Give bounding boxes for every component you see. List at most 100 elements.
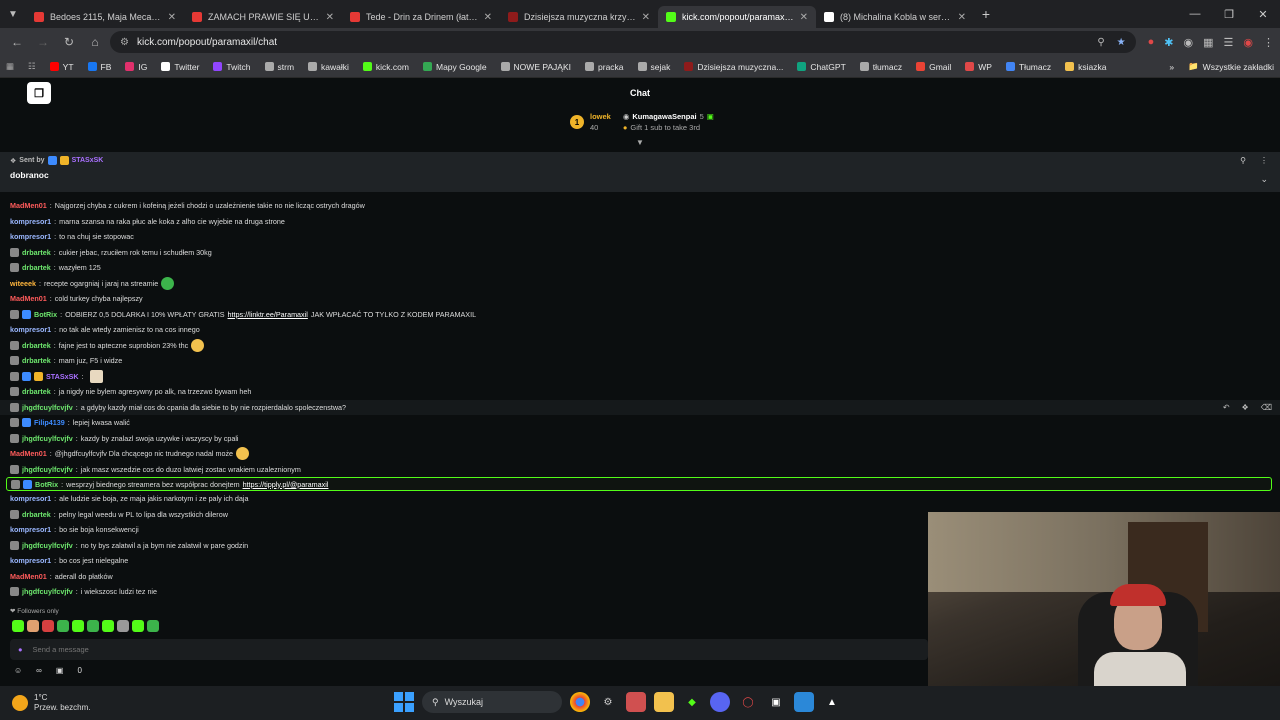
home-icon[interactable]: ⌂ <box>84 31 106 53</box>
chat-message[interactable]: kompresor1: ale ludzie sie boja, ze maja … <box>0 491 1280 507</box>
browser-tab[interactable]: Dzisiejsza muzyczna krzyżówka ✕ <box>500 6 658 28</box>
chat-link[interactable]: https://tipply.pl/@paramaxil <box>243 480 329 489</box>
tab-close-icon[interactable]: ✕ <box>958 12 966 23</box>
chat-message[interactable]: drbartek: mam juz, F5 i widze <box>0 353 1280 369</box>
back-icon[interactable]: ← <box>6 31 28 53</box>
emote-10[interactable] <box>147 620 159 632</box>
browser-tab[interactable]: ZAMACH PRAWIE SIĘ UDAŁ - Yo ✕ <box>184 6 342 28</box>
chat-username[interactable]: kompresor1 <box>10 232 51 241</box>
chat-username[interactable]: kompresor1 <box>10 525 51 534</box>
emote-4[interactable] <box>57 620 69 632</box>
bookmark-item[interactable]: Twitch <box>213 62 251 72</box>
gift-count-icon[interactable]: ▣ <box>56 666 64 675</box>
kick-logo[interactable]: ❐ <box>27 82 51 104</box>
bookmark-item[interactable]: Mapy Google <box>422 62 487 72</box>
chat-username[interactable]: STASxSK <box>46 372 79 381</box>
emote-3[interactable] <box>42 620 54 632</box>
chat-message[interactable]: MadMen01: Najgorzej chyba z cukrem i kofe… <box>0 198 1280 214</box>
bookmark-item[interactable]: NOWE PAJĄKI <box>500 62 571 72</box>
chat-message[interactable]: drbartek: ja nigdy nie bylem agresywny po… <box>0 384 1280 400</box>
chat-message[interactable]: kompresor1: marna szansa na raka płuc ale… <box>0 214 1280 230</box>
taskbar-search[interactable]: ⚲ Wyszukaj <box>422 691 562 713</box>
chat-message[interactable]: MadMen01: cold turkey chyba najlepszy <box>0 291 1280 307</box>
emote-2[interactable] <box>27 620 39 632</box>
bookmark-item[interactable]: kick.com <box>362 62 409 72</box>
brave-icon[interactable]: ◆ <box>682 692 702 712</box>
chat-message[interactable]: drbartek: wazyłem 125 <box>0 260 1280 276</box>
chat-username[interactable]: drbartek <box>22 356 51 365</box>
bookmark-item[interactable]: Tłumacz <box>1005 62 1051 72</box>
apps-icon[interactable]: ▦ <box>6 61 14 72</box>
chat-username[interactable]: jhgdfcuylfcvjfv <box>22 587 73 596</box>
browser-tab[interactable]: Tede - Drin za Drinem (łatwogo ✕ <box>342 6 500 28</box>
all-bookmarks-folder[interactable]: 📁 Wszystkie zakładki <box>1188 61 1274 72</box>
translate-extension-icon[interactable]: ✱ <box>1164 36 1173 49</box>
bookmark-item[interactable]: ksiazka <box>1065 62 1106 72</box>
forward-icon[interactable]: → <box>32 31 54 53</box>
browser-tab[interactable]: kick.com/popout/paramaxil/ch ✕ <box>658 6 816 28</box>
chat-username[interactable]: drbartek <box>22 341 51 350</box>
unpin-icon[interactable]: ⚲ <box>1240 156 1246 165</box>
chat-username[interactable]: jhgdfcuylfcvjfv <box>22 434 73 443</box>
emote-6[interactable] <box>87 620 99 632</box>
chat-message[interactable]: kompresor1: no tak ale wtedy zamienisz to… <box>0 322 1280 338</box>
chat-username[interactable]: jhgdfcuylfcvjfv <box>22 403 73 412</box>
paint-icon[interactable] <box>626 692 646 712</box>
tab-close-icon[interactable]: ✕ <box>642 12 650 23</box>
reading-list-icon[interactable]: ☰ <box>1224 36 1234 49</box>
maximize-icon[interactable]: ❐ <box>1212 0 1246 28</box>
discord-icon[interactable] <box>710 692 730 712</box>
tab-close-icon[interactable]: ✕ <box>326 12 334 23</box>
tab-close-icon[interactable]: ✕ <box>484 12 492 23</box>
pinned-sender[interactable]: STASxSK <box>72 157 104 164</box>
bookmark-item[interactable]: IG <box>125 62 147 72</box>
chat-username[interactable]: witeeek <box>10 279 36 288</box>
chat-message[interactable]: drbartek: cukier jebac, rzuciłem rok temu… <box>0 245 1280 261</box>
bookmark-item[interactable]: sejak <box>637 62 670 72</box>
kick-app-icon[interactable]: ▣ <box>766 692 786 712</box>
chat-username[interactable]: jhgdfcuylfcvjfv <box>22 541 73 550</box>
bookmark-item[interactable]: tłumacz <box>859 62 902 72</box>
chat-message[interactable]: jhgdfcuylfcvjfv: jak masz wszedzie cos do… <box>0 462 1280 478</box>
bookmark-item[interactable]: WP <box>965 62 992 72</box>
photos-icon[interactable] <box>794 692 814 712</box>
chat-username[interactable]: MadMen01 <box>10 201 47 210</box>
chat-username[interactable]: drbartek <box>22 510 51 519</box>
chat-message[interactable]: STASxSK: <box>0 369 1280 385</box>
bookmark-item[interactable]: FB <box>87 62 111 72</box>
chat-username[interactable]: drbartek <box>22 263 51 272</box>
profile-avatar[interactable]: ◉ <box>1243 36 1253 49</box>
chat-username[interactable]: MadMen01 <box>10 449 47 458</box>
bookmark-item[interactable]: kawałki <box>308 62 349 72</box>
emote-8[interactable] <box>117 620 129 632</box>
settings-icon[interactable]: ⚙ <box>598 692 618 712</box>
bookmark-item[interactable]: strm <box>264 62 294 72</box>
new-tab-button[interactable]: + <box>974 6 998 22</box>
extension-icon[interactable]: ◉ <box>1184 36 1194 49</box>
emote-9[interactable] <box>132 620 144 632</box>
delete-icon[interactable]: ⌫ <box>1261 403 1272 412</box>
chat-username[interactable]: kompresor1 <box>10 556 51 565</box>
chat-message[interactable]: witeeek: recepte ogargniaj i jaraj na str… <box>0 276 1280 292</box>
weather-widget[interactable]: 1°C Przew. bezchm. <box>12 693 90 713</box>
file-explorer-icon[interactable] <box>654 692 674 712</box>
bookmark-item[interactable]: Dzisiejsza muzyczna... <box>684 62 783 72</box>
more-bookmarks-icon[interactable]: » <box>1169 62 1174 72</box>
gift-to-take-text[interactable]: Gift 1 sub to take 3rd <box>630 123 700 132</box>
close-icon[interactable]: ✕ <box>1246 0 1280 28</box>
bookmark-item[interactable]: Gmail <box>916 62 951 72</box>
bookmark-star-icon[interactable]: ★ <box>1117 37 1126 48</box>
tab-close-icon[interactable]: ✕ <box>800 12 808 23</box>
chat-message[interactable]: BotRix: wesprzyj biednego streamera bez w… <box>6 477 1272 491</box>
chat-message[interactable]: MadMen01: @jhgdfcuylfcvjfv Dla chcącego n… <box>0 446 1280 462</box>
emote-5[interactable] <box>72 620 84 632</box>
leader-first-name[interactable]: lowek <box>590 112 611 121</box>
chat-message[interactable]: Filip4139: lepiej kwasa walić <box>0 415 1280 431</box>
emote-7[interactable] <box>102 620 114 632</box>
browser-tab[interactable]: (8) Michalina Kobla w serwisie X ✕ <box>816 6 974 28</box>
menu-icon[interactable]: ⋮ <box>1263 36 1274 49</box>
chat-message[interactable]: jhgdfcuylfcvjfv: kazdy by znalazl swoja u… <box>0 431 1280 447</box>
chat-username[interactable]: kompresor1 <box>10 217 51 226</box>
chat-message[interactable]: BotRix: ODBIERZ 0,5 DOLARKA I 10% WPŁATY … <box>0 307 1280 323</box>
record-extension-icon[interactable]: ● <box>1148 36 1155 48</box>
